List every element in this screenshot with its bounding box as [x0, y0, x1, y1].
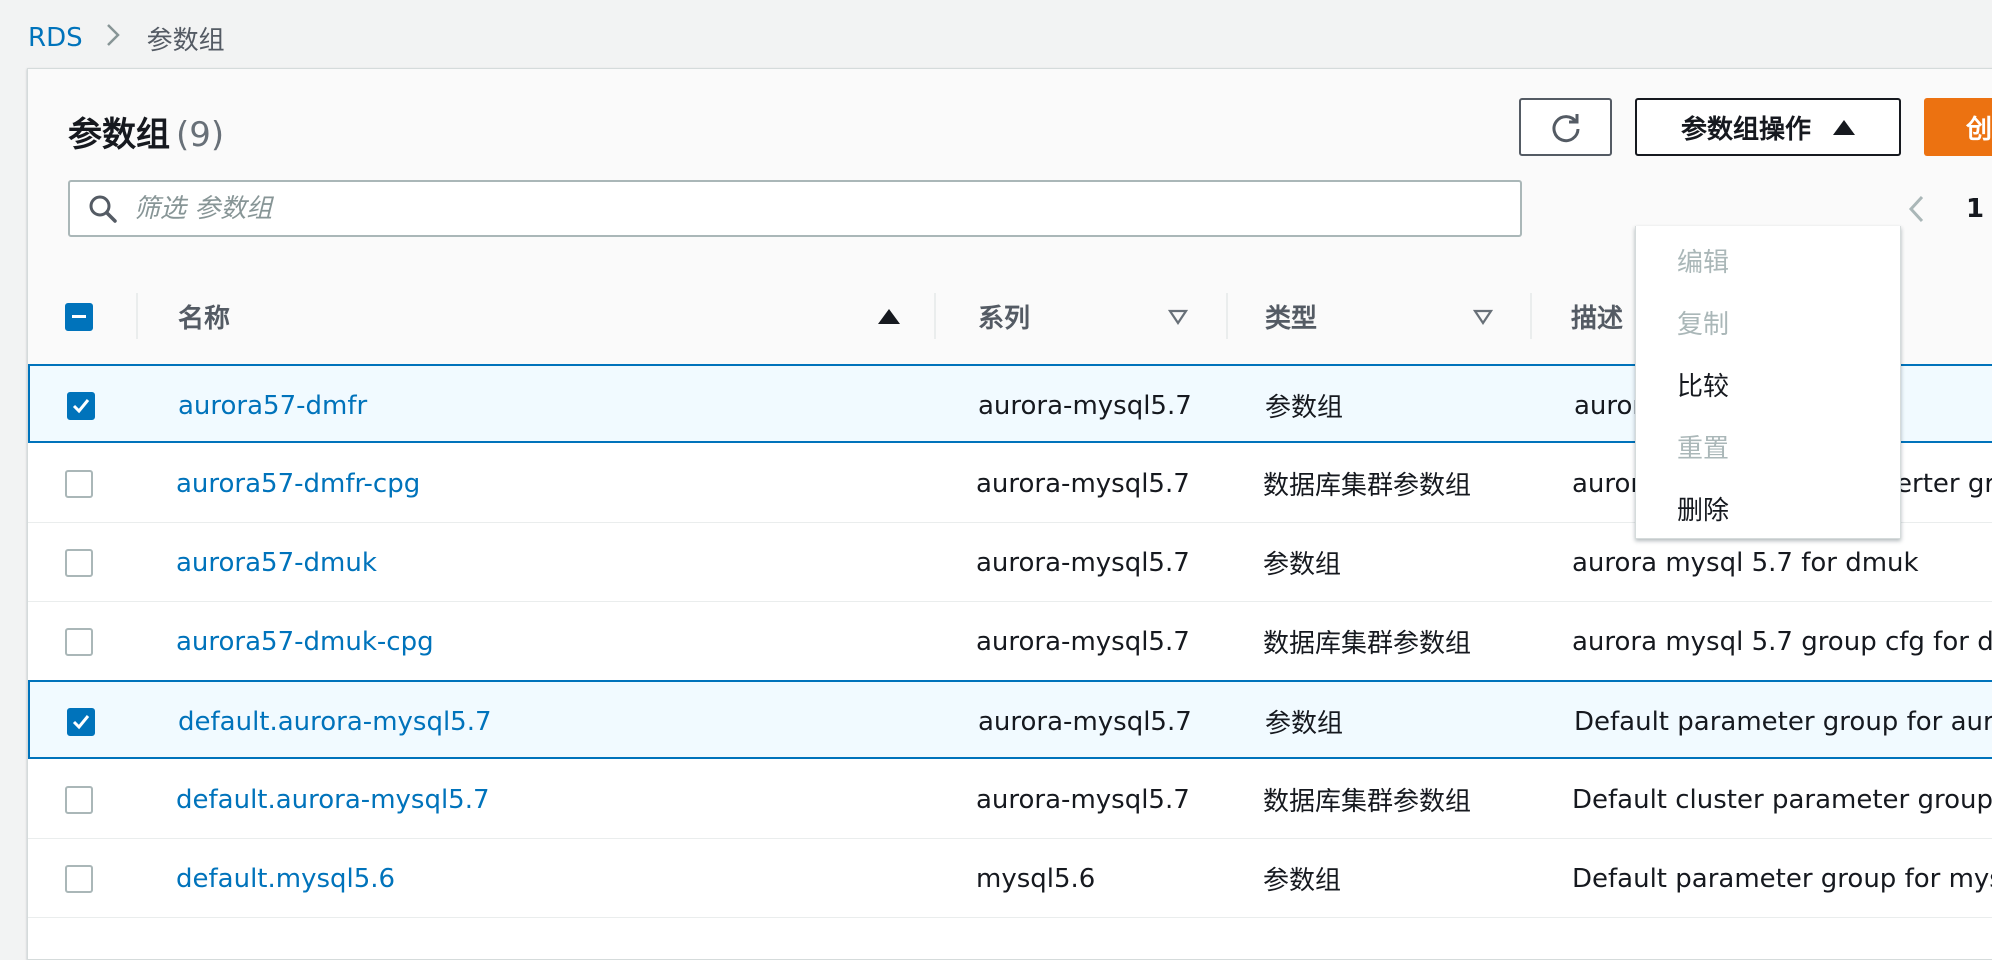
row-checkbox[interactable] — [65, 785, 93, 814]
filter-input[interactable] — [132, 192, 1436, 225]
breadcrumb-current: 参数组 — [146, 25, 225, 56]
create-parameter-group-button[interactable]: 创 — [1924, 98, 1992, 156]
row-checkbox[interactable] — [65, 627, 93, 656]
breadcrumb-rds-link[interactable]: RDS — [28, 23, 83, 53]
row-description: Default parameter group for mysq — [1572, 863, 1992, 894]
sort-descending-icon — [1473, 309, 1493, 325]
select-all-checkbox[interactable] — [65, 302, 93, 331]
actions-button-label: 参数组操作 — [1680, 114, 1811, 145]
pagination: 1 — [1908, 180, 1984, 237]
row-type: 数据库集群参数组 — [1263, 629, 1472, 659]
caret-up-icon — [1833, 119, 1855, 135]
column-divider — [136, 293, 138, 339]
row-checkbox-cell — [65, 839, 93, 918]
column-header-type-label: 类型 — [1265, 304, 1318, 334]
row-type: 参数组 — [1263, 550, 1342, 580]
refresh-button[interactable] — [1519, 98, 1612, 156]
check-icon — [72, 714, 90, 729]
row-name-link[interactable]: default.aurora-mysql5.7 — [178, 682, 492, 761]
row-description: Default parameter group for auro — [1574, 706, 1992, 737]
row-type: 参数组 — [1263, 866, 1342, 896]
refresh-icon — [1549, 110, 1583, 144]
row-type: 参数组 — [1265, 393, 1344, 423]
row-family: mysql5.6 — [976, 863, 1096, 894]
row-family: aurora-mysql5.7 — [976, 468, 1190, 499]
row-checkbox-cell — [67, 682, 95, 761]
column-header-description[interactable]: 描述 — [1571, 269, 1623, 364]
table-row[interactable]: aurora57-dmuk-cpg aurora-mysql5.7 数据库集群参数组… — [28, 602, 1992, 681]
row-checkbox[interactable] — [67, 391, 95, 420]
row-checkbox-cell — [65, 523, 93, 602]
column-header-name[interactable]: 名称 — [178, 269, 900, 364]
column-header-description-label: 描述 — [1571, 304, 1624, 334]
menu-item-edit[interactable]: 编辑 — [1636, 229, 1900, 291]
page-title: 参数组 (9) — [68, 107, 224, 156]
row-description: Default cluster parameter group f — [1572, 784, 1992, 815]
column-divider — [934, 293, 936, 339]
row-family: aurora-mysql5.7 — [976, 784, 1190, 815]
parameter-groups-panel: 参数组 (9) 参数组操作 创 筛选 参数组 1 名称 系列 类型 描述 aur… — [27, 68, 1992, 960]
page-number[interactable]: 1 — [1966, 194, 1984, 224]
previous-page-icon[interactable] — [1908, 194, 1926, 224]
row-name-link[interactable]: aurora57-dmfr-cpg — [176, 444, 420, 523]
select-all-checkbox-cell — [65, 269, 93, 364]
check-icon — [72, 398, 90, 413]
table-row[interactable]: default.aurora-mysql5.7 aurora-mysql5.7 参数… — [28, 680, 1992, 759]
column-divider — [1226, 293, 1228, 339]
menu-item-compare[interactable]: 比较 — [1636, 353, 1900, 415]
column-header-type[interactable]: 类型 — [1265, 269, 1525, 364]
column-divider — [1530, 293, 1532, 339]
row-checkbox-cell — [65, 760, 93, 839]
row-family: aurora-mysql5.7 — [978, 390, 1192, 421]
column-header-name-label: 名称 — [178, 304, 231, 334]
search-icon — [88, 194, 118, 224]
row-checkbox[interactable] — [65, 864, 93, 893]
row-type: 数据库集群参数组 — [1263, 787, 1472, 817]
row-name-link[interactable]: aurora57-dmfr — [178, 366, 367, 445]
row-type: 参数组 — [1265, 709, 1344, 739]
column-header-family-label: 系列 — [978, 304, 1031, 334]
row-name-link[interactable]: aurora57-dmuk-cpg — [176, 602, 434, 681]
chevron-right-icon — [105, 22, 121, 55]
row-checkbox[interactable] — [65, 469, 93, 498]
row-name-link[interactable]: aurora57-dmuk — [176, 523, 377, 602]
filter-search-box — [68, 180, 1522, 237]
row-name-link[interactable]: default.mysql5.6 — [176, 839, 395, 918]
menu-item-copy[interactable]: 复制 — [1636, 291, 1900, 353]
sort-ascending-icon — [878, 309, 900, 324]
row-family: aurora-mysql5.7 — [978, 706, 1192, 737]
sort-descending-icon — [1168, 309, 1188, 325]
row-name-link[interactable]: default.aurora-mysql5.7 — [176, 760, 490, 839]
row-checkbox[interactable] — [65, 548, 93, 577]
row-checkbox-cell — [67, 366, 95, 445]
row-checkbox-cell — [65, 602, 93, 681]
actions-dropdown-menu: 编辑 复制 比较 重置 删除 — [1635, 226, 1901, 539]
parameter-group-actions-button[interactable]: 参数组操作 — [1635, 98, 1901, 156]
row-family: aurora-mysql5.7 — [976, 626, 1190, 657]
table-row[interactable]: default.aurora-mysql5.7 aurora-mysql5.7 数据… — [28, 760, 1992, 839]
menu-item-delete[interactable]: 删除 — [1636, 477, 1900, 539]
breadcrumb: RDS 参数组 — [28, 20, 225, 56]
row-checkbox[interactable] — [67, 707, 95, 736]
row-description: aurora mysql 5.7 group cfg for dm — [1572, 626, 1992, 657]
column-header-family[interactable]: 系列 — [978, 269, 1208, 364]
item-count: (9) — [176, 115, 225, 155]
menu-item-reset[interactable]: 重置 — [1636, 415, 1900, 477]
row-checkbox-cell — [65, 444, 93, 523]
row-family: aurora-mysql5.7 — [976, 547, 1190, 578]
row-type: 数据库集群参数组 — [1263, 471, 1472, 501]
page-title-text: 参数组 — [68, 115, 170, 155]
table-row[interactable]: default.mysql5.6 mysql5.6 参数组 Default param… — [28, 839, 1992, 918]
